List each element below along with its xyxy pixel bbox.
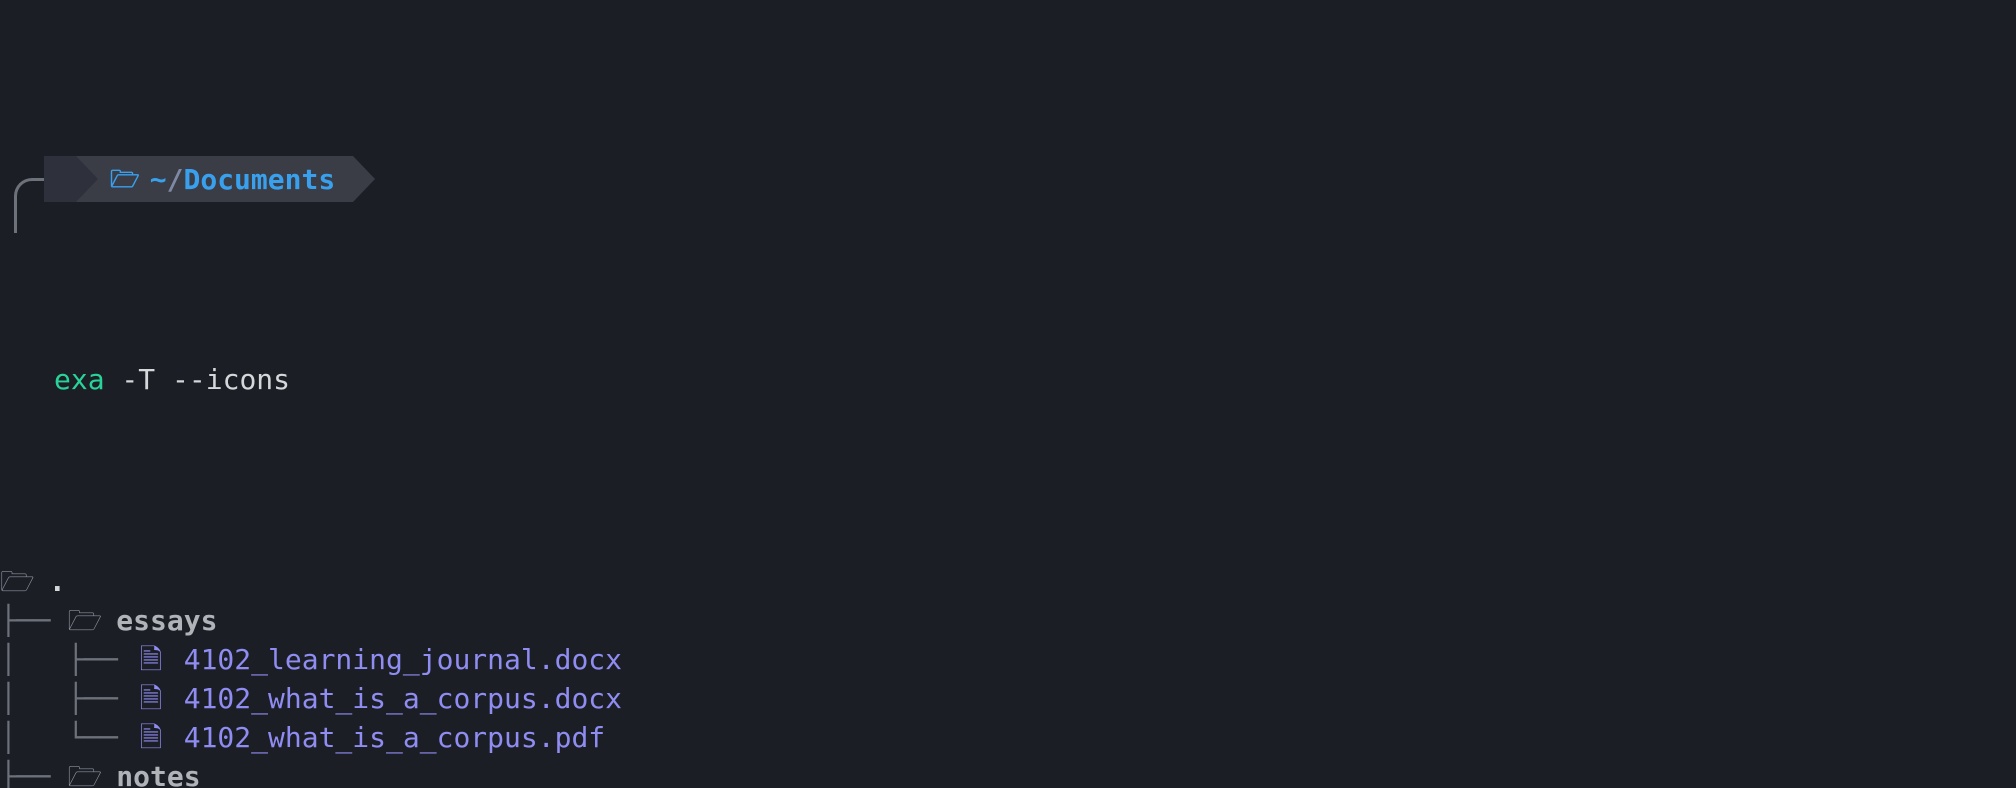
tree-branch: ├── bbox=[0, 757, 67, 788]
tree-branch: │ ├── bbox=[0, 640, 135, 679]
prompt: 🗁 ~/Documents bbox=[0, 156, 2016, 202]
tree-output: 🗁 .├── 🗁 essays│ ├── 🗎 4102_learning_jou… bbox=[0, 556, 2016, 788]
command-line: exa -T --icons bbox=[0, 358, 2016, 400]
path-directory: Documents bbox=[183, 160, 335, 199]
directory-name: essays bbox=[116, 601, 217, 640]
tree-branch: │ ├── bbox=[0, 679, 135, 718]
tree-row: │ ├── 🗎 4102_learning_journal.docx bbox=[0, 640, 2016, 679]
command-binary: exa bbox=[54, 360, 105, 399]
file-name: 4102_what_is_a_corpus.pdf bbox=[184, 718, 605, 757]
tree-branch: │ └── bbox=[0, 718, 135, 757]
tree-root: . bbox=[49, 562, 66, 601]
prompt-segment-path: 🗁 ~/Documents bbox=[76, 156, 353, 202]
pdf-icon: 🗎 bbox=[135, 718, 167, 757]
word-icon: 🗎 bbox=[135, 640, 167, 679]
file-name: 4102_learning_journal.docx bbox=[184, 640, 622, 679]
word-icon: 🗎 bbox=[135, 679, 167, 718]
file-name: 4102_what_is_a_corpus.docx bbox=[184, 679, 622, 718]
folder-open-icon: 🗁 bbox=[67, 601, 99, 640]
terminal[interactable]: 🗁 ~/Documents exa -T --icons 🗁 .├── 🗁 es… bbox=[0, 0, 2016, 788]
prompt-arc bbox=[0, 156, 44, 202]
tree-row: │ ├── 🗎 4102_what_is_a_corpus.docx bbox=[0, 679, 2016, 718]
directory-name: notes bbox=[116, 757, 200, 788]
path-separator: / bbox=[167, 160, 184, 199]
tree-branch: ├── bbox=[0, 601, 67, 640]
tree-row: │ └── 🗎 4102_what_is_a_corpus.pdf bbox=[0, 718, 2016, 757]
command-args: -T --icons bbox=[105, 360, 290, 399]
tree-row: 🗁 . bbox=[0, 562, 2016, 601]
tree-row: ├── 🗁 essays bbox=[0, 601, 2016, 640]
path-tilde: ~ bbox=[150, 160, 167, 199]
tree-row: ├── 🗁 notes bbox=[0, 757, 2016, 788]
prompt-segment-os bbox=[44, 156, 76, 202]
folder-open-icon: 🗁 bbox=[110, 160, 140, 199]
folder-open-icon: 🗁 bbox=[67, 757, 99, 788]
folder-open-icon: 🗁 bbox=[0, 562, 32, 601]
